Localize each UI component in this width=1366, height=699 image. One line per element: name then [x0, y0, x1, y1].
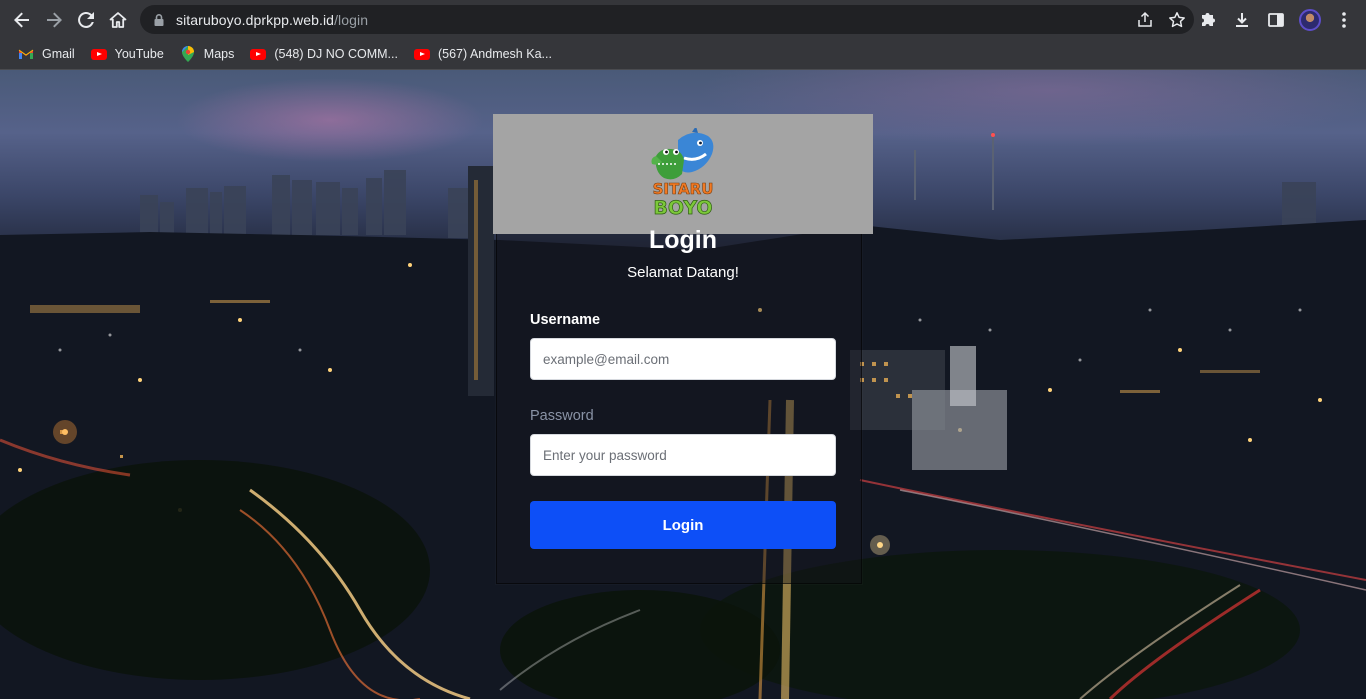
- browser-toolbar: sitaruboyo.dprkpp.web.id/login: [0, 0, 1366, 39]
- bookmark-youtube-video-2[interactable]: (567) Andmesh Ka...: [408, 41, 558, 67]
- password-input[interactable]: [530, 434, 836, 476]
- reload-icon: [78, 11, 94, 28]
- kebab-menu-icon: [1342, 11, 1346, 28]
- back-button[interactable]: [6, 4, 38, 36]
- forward-arrow-icon: [47, 12, 62, 27]
- bookmarks-bar: Gmail YouTube Maps (548) DJ NO COMM... (…: [0, 39, 1366, 70]
- username-label: Username: [530, 312, 601, 328]
- address-bar-actions: [1136, 5, 1186, 34]
- bookmark-label: YouTube: [114, 47, 164, 61]
- avatar: [1299, 8, 1321, 31]
- sitaruboyo-logo: SITARU BOYO: [651, 128, 714, 219]
- browser-actions: [1196, 0, 1366, 39]
- downloads-button[interactable]: [1230, 8, 1254, 32]
- home-icon: [109, 11, 127, 28]
- reload-button[interactable]: [70, 4, 102, 36]
- bookmark-label: Gmail: [42, 47, 75, 61]
- forward-button[interactable]: [38, 4, 70, 36]
- url-text: sitaruboyo.dprkpp.web.id/login: [176, 12, 368, 28]
- address-bar[interactable]: sitaruboyo.dprkpp.web.id/login: [140, 5, 1194, 34]
- bookmark-label: Maps: [203, 47, 235, 61]
- back-arrow-icon: [14, 12, 29, 27]
- gmail-icon: [18, 46, 34, 62]
- puzzle-icon: [1202, 12, 1215, 26]
- bookmark-label: (567) Andmesh Ka...: [437, 47, 552, 61]
- bookmark-maps[interactable]: Maps: [174, 41, 241, 67]
- bookmark-star-icon[interactable]: [1168, 11, 1186, 29]
- login-page: SITARU BOYO Login Selamat Datang! Userna…: [0, 70, 1366, 699]
- password-label: Password: [530, 408, 594, 424]
- bookmark-youtube[interactable]: YouTube: [85, 41, 170, 67]
- bookmark-gmail[interactable]: Gmail: [12, 41, 81, 67]
- login-subtitle: Selamat Datang!: [627, 264, 739, 281]
- youtube-icon: [413, 46, 430, 62]
- logo-header: SITARU BOYO: [493, 114, 873, 234]
- login-button[interactable]: Login: [530, 501, 836, 549]
- profile-button[interactable]: [1298, 8, 1322, 32]
- maps-icon: [180, 46, 196, 62]
- login-title: Login: [648, 226, 718, 254]
- youtube-icon: [90, 46, 107, 62]
- youtube-icon: [250, 46, 267, 62]
- side-panel-button[interactable]: [1264, 8, 1288, 32]
- url-path: /login: [334, 11, 369, 28]
- side-panel-icon: [1268, 12, 1284, 27]
- bookmark-label: (548) DJ NO COMM...: [274, 47, 398, 61]
- lock-icon: [154, 13, 164, 26]
- url-host: sitaruboyo.dprkpp.web.id: [176, 11, 335, 28]
- extensions-button[interactable]: [1196, 8, 1220, 32]
- bookmark-youtube-video-1[interactable]: (548) DJ NO COMM...: [244, 41, 404, 67]
- username-input[interactable]: [530, 338, 836, 380]
- logo-text-boyo: BOYO: [653, 197, 712, 219]
- logo-text-sitaru: SITARU: [653, 180, 714, 198]
- home-button[interactable]: [102, 4, 134, 36]
- download-icon: [1236, 12, 1248, 27]
- share-icon[interactable]: [1136, 11, 1154, 29]
- menu-button[interactable]: [1332, 8, 1356, 32]
